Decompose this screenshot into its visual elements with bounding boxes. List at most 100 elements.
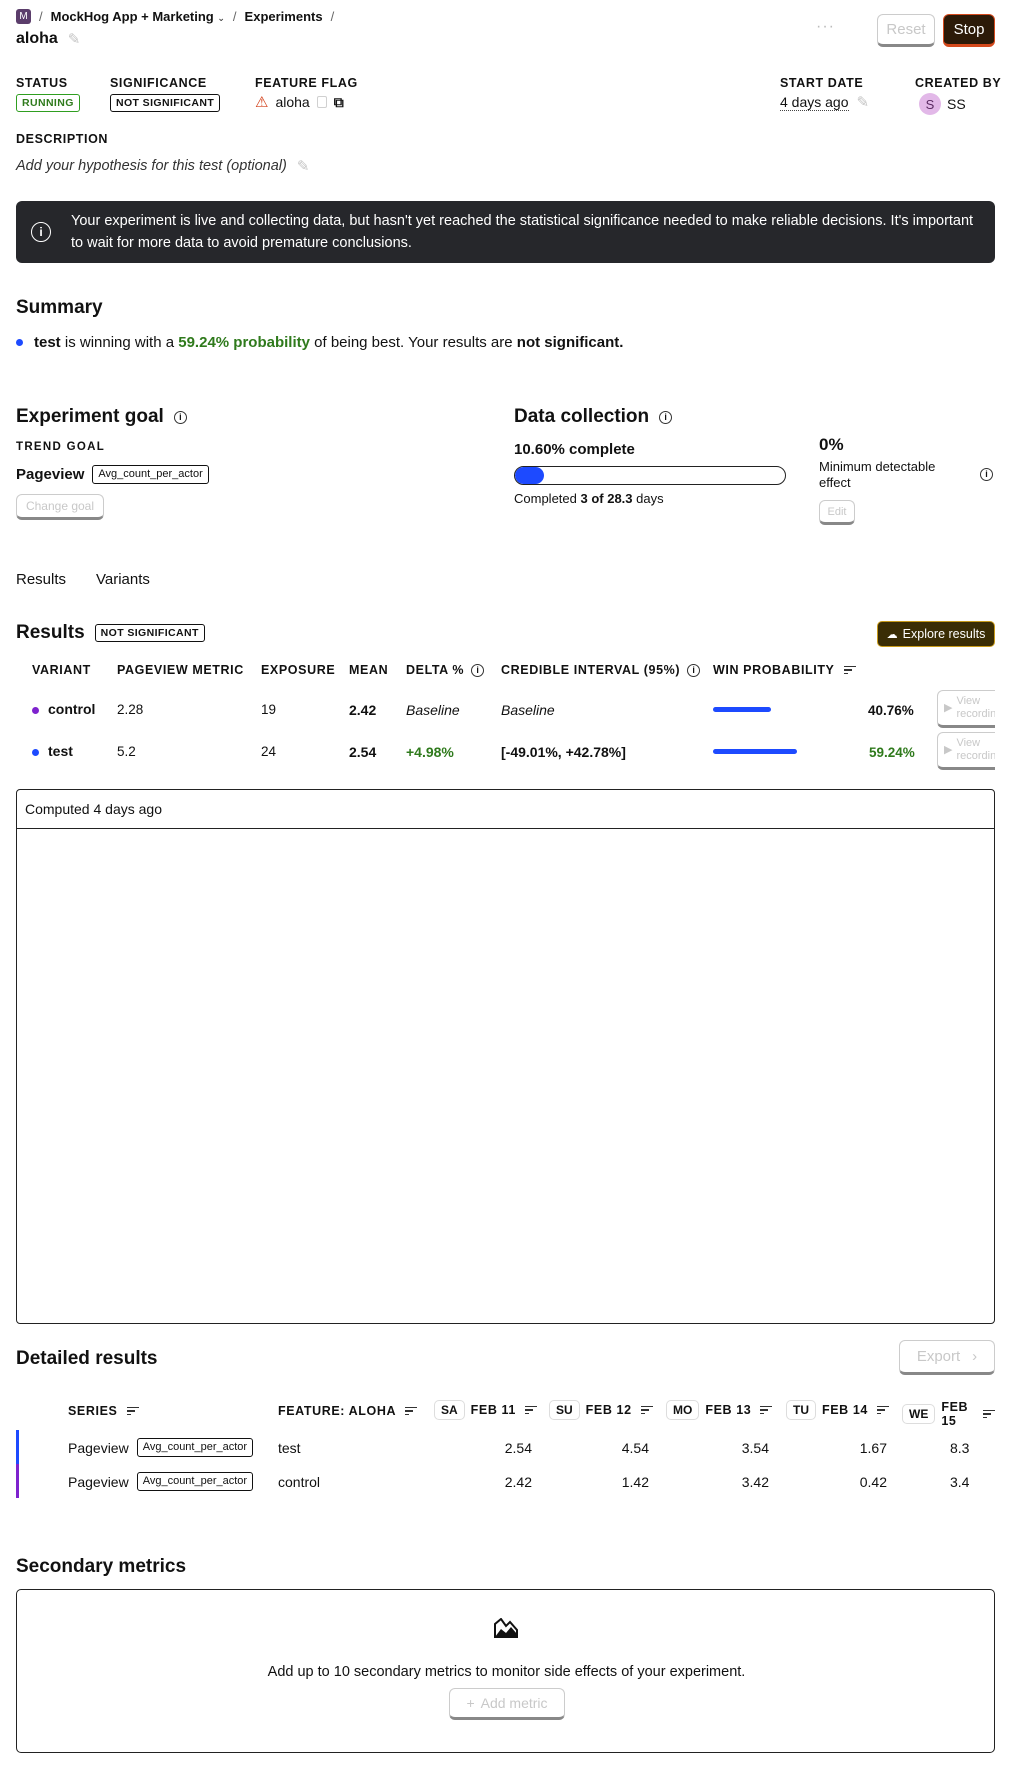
- results-title: Results: [16, 622, 85, 643]
- feature-flag-block: FEATURE FLAG ⚠ aloha ⧉: [255, 76, 358, 111]
- column-header-win[interactable]: WIN PROBABILITY: [713, 663, 856, 677]
- copy-icon[interactable]: [316, 96, 327, 108]
- breadcrumb-experiments[interactable]: Experiments: [245, 9, 323, 24]
- change-goal-button[interactable]: Change goal: [16, 494, 104, 520]
- start-date-block: START DATE 4 days ago ✎: [780, 76, 869, 111]
- column-header: MEAN: [349, 663, 389, 677]
- info-icon[interactable]: i: [687, 663, 701, 677]
- column-header-day[interactable]: SU FEB 12: [549, 1400, 653, 1420]
- view-recordings-button[interactable]: ▶View recordings: [937, 732, 995, 770]
- results-chart-area: [17, 829, 994, 1323]
- info-icon[interactable]: i: [173, 410, 187, 424]
- table-row: test 5.2 24 2.54 +4.98% [-49.01%, +42.78…: [16, 730, 995, 772]
- variant-name: test: [48, 743, 73, 759]
- tab-variants[interactable]: Variants: [96, 571, 150, 588]
- variant-cell: test: [278, 1440, 301, 1456]
- org-avatar[interactable]: M: [16, 9, 31, 24]
- description-placeholder[interactable]: Add your hypothesis for this test (optio…: [16, 158, 287, 174]
- delta-cell: +4.98%: [406, 744, 454, 760]
- breadcrumb-separator: /: [232, 9, 237, 24]
- start-date-label: START DATE: [780, 76, 864, 90]
- edit-mde-label: Edit: [827, 505, 847, 518]
- metric-cell: 5.2: [117, 744, 136, 759]
- data-collection-header: Data collection i: [514, 406, 673, 428]
- info-icon[interactable]: i: [471, 663, 485, 677]
- experiment-goal-header: Experiment goal i: [16, 406, 187, 428]
- interval-cell: Baseline: [501, 702, 555, 718]
- chevron-down-icon: ⌄: [217, 13, 225, 23]
- created-by-label: CREATED BY: [915, 76, 1002, 90]
- breadcrumb-project-label: MockHog App + Marketing: [50, 9, 214, 24]
- mde-value: 0%: [819, 435, 844, 454]
- sort-icon: [843, 664, 856, 677]
- value-cell: 0.42: [859, 1474, 887, 1490]
- column-header: FEB 14: [822, 1403, 868, 1417]
- results-header: Results NOT SIGNIFICANT: [16, 622, 205, 644]
- sort-icon: [405, 1405, 418, 1418]
- info-icon[interactable]: i: [659, 410, 673, 424]
- breadcrumb-project[interactable]: MockHog App + Marketing ⌄: [51, 9, 225, 24]
- column-header-day[interactable]: WE FEB 15: [902, 1400, 995, 1428]
- value-cell: 3.4: [950, 1474, 970, 1490]
- collection-days-value: 3 of 28.3: [580, 491, 633, 506]
- win-probability-bar: [713, 707, 771, 712]
- secondary-metrics-title: Secondary metrics: [16, 1556, 187, 1577]
- data-collection-title: Data collection: [514, 406, 650, 427]
- win-probability-cell: 59.24%: [869, 745, 915, 760]
- summary-title: Summary: [16, 297, 103, 318]
- column-header-day[interactable]: MO FEB 13: [666, 1400, 773, 1420]
- explore-results-button[interactable]: ☁ Explore results: [877, 621, 995, 647]
- column-header-flag[interactable]: FEATURE: ALOHA: [278, 1404, 418, 1418]
- edit-pencil-icon[interactable]: ✎: [857, 93, 870, 111]
- series-math-tag: Avg_count_per_actor: [136, 1472, 254, 1491]
- plus-icon: +: [466, 1695, 475, 1711]
- collection-days-suffix: days: [636, 491, 664, 506]
- sort-icon: [524, 1404, 537, 1417]
- column-header: SERIES: [68, 1404, 118, 1418]
- add-metric-button[interactable]: + Add metric: [449, 1688, 565, 1720]
- chart-mountain-icon: [494, 1617, 518, 1638]
- description-row: Add your hypothesis for this test (optio…: [16, 157, 309, 175]
- column-header-day[interactable]: TU FEB 14: [786, 1400, 889, 1420]
- table-row: control 2.28 19 2.42 Baseline Baseline 4…: [16, 688, 995, 730]
- edit-mde-button[interactable]: Edit: [819, 500, 855, 525]
- sort-icon: [640, 1404, 653, 1417]
- reset-button[interactable]: Reset: [877, 14, 935, 47]
- feature-flag-link[interactable]: aloha: [275, 94, 309, 110]
- view-recordings-button[interactable]: ▶View recordings: [937, 690, 995, 728]
- edit-pencil-icon[interactable]: ✎: [297, 157, 310, 175]
- external-link-icon[interactable]: ⧉: [334, 94, 344, 111]
- mean-cell: 2.54: [349, 744, 377, 760]
- column-header: FEB 15: [941, 1400, 969, 1428]
- collection-progress-bar: [514, 466, 786, 485]
- column-header: WIN PROBABILITY: [713, 663, 835, 677]
- value-cell: 2.54: [504, 1440, 532, 1456]
- start-date-value[interactable]: 4 days ago: [780, 94, 849, 111]
- significance-block: SIGNIFICANCE NOT SIGNIFICANT: [110, 76, 221, 112]
- edit-pencil-icon[interactable]: ✎: [68, 30, 81, 48]
- play-icon: ▶: [944, 701, 953, 714]
- export-button[interactable]: Export ›: [899, 1340, 995, 1375]
- column-header-series[interactable]: SERIES: [68, 1404, 140, 1418]
- info-icon: i: [31, 222, 51, 242]
- variant-cell: control: [32, 701, 95, 717]
- explore-results-label: Explore results: [902, 627, 986, 641]
- breadcrumb-separator: /: [39, 9, 43, 24]
- creator-name: SS: [947, 96, 966, 112]
- column-header-day[interactable]: SA FEB 11: [434, 1400, 537, 1420]
- tab-results[interactable]: Results: [16, 571, 66, 588]
- add-metric-label: Add metric: [480, 1695, 548, 1711]
- stop-button[interactable]: Stop: [943, 14, 995, 47]
- column-header: VARIANT: [32, 663, 91, 677]
- avatar[interactable]: S: [919, 93, 941, 115]
- info-banner: i Your experiment is live and collecting…: [16, 201, 995, 263]
- value-cell: 4.54: [621, 1440, 649, 1456]
- collection-progress-fill: [515, 467, 544, 484]
- more-options-icon[interactable]: ···: [816, 18, 835, 36]
- variant-cell: control: [278, 1474, 321, 1490]
- info-icon[interactable]: i: [980, 468, 993, 481]
- chart-icon: ☁: [886, 628, 898, 641]
- series-cell: Pageview Avg_count_per_actor: [68, 1438, 254, 1457]
- variant-name: control: [48, 701, 96, 717]
- detailed-results-title: Detailed results: [16, 1348, 158, 1369]
